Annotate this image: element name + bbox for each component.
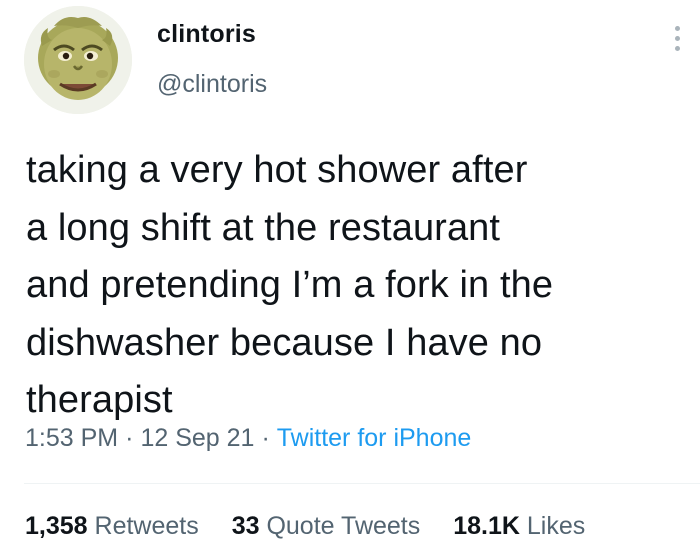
author-handle[interactable]: @clintoris bbox=[157, 70, 267, 99]
quote-tweets-stat[interactable]: 33 Quote Tweets bbox=[232, 512, 421, 540]
tweet-text: taking a very hot shower after a long sh… bbox=[26, 149, 554, 421]
more-options-icon bbox=[674, 25, 680, 31]
likes-stat[interactable]: 18.1K Likes bbox=[453, 512, 585, 540]
grinch-face-icon bbox=[24, 6, 132, 114]
tweet-card: clintoris @clintoris taking a very hot s… bbox=[0, 0, 700, 554]
avatar[interactable] bbox=[24, 6, 132, 114]
engagement-stats: 1,358 Retweets 33 Quote Tweets 18.1K Lik… bbox=[25, 512, 585, 541]
tweet-date[interactable]: 12 Sep 21 bbox=[140, 424, 254, 452]
retweets-count: 1,358 bbox=[25, 512, 88, 540]
quote-tweets-label: Quote Tweets bbox=[266, 512, 421, 540]
quote-tweets-count: 33 bbox=[231, 512, 260, 540]
tweet-time[interactable]: 1:53 PM bbox=[25, 424, 118, 452]
tweet-source-link[interactable]: Twitter for iPhone bbox=[277, 424, 472, 452]
retweets-label: Retweets bbox=[94, 512, 199, 540]
author-display-name[interactable]: clintoris bbox=[157, 20, 256, 49]
likes-label: Likes bbox=[526, 512, 586, 540]
likes-count: 18.1K bbox=[453, 512, 520, 540]
separator: · bbox=[261, 424, 270, 452]
tweet-metadata: 1:53 PM · 12 Sep 21 · Twitter for iPhone bbox=[25, 424, 471, 453]
separator: · bbox=[125, 424, 134, 452]
retweets-stat[interactable]: 1,358 Retweets bbox=[25, 512, 199, 540]
more-options-button[interactable] bbox=[664, 18, 690, 58]
divider bbox=[24, 483, 700, 484]
